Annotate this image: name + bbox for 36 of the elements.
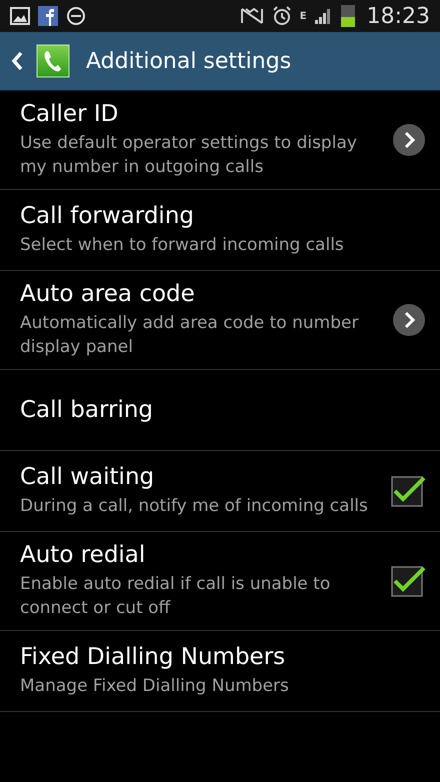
blocked-icon bbox=[66, 6, 86, 26]
checkbox[interactable] bbox=[390, 474, 426, 508]
checkbox[interactable] bbox=[390, 564, 426, 598]
setting-item[interactable]: Call forwarding Select when to forward incoming calls bbox=[0, 190, 440, 271]
mute-icon bbox=[240, 7, 264, 25]
setting-title: Auto area code bbox=[20, 281, 196, 307]
setting-title: Call waiting bbox=[20, 464, 156, 490]
setting-item[interactable]: Auto redial Enable auto redial if call is unable to connect or cut off bbox=[0, 532, 440, 631]
setting-summary: Enable auto redial if call is unable to connect or cut off bbox=[20, 573, 332, 620]
signal-icon bbox=[314, 8, 333, 24]
setting-item[interactable]: Call waiting During a call, notify me of incoming calls bbox=[0, 451, 440, 532]
setting-title: Call forwarding bbox=[20, 203, 195, 229]
setting-item[interactable]: Call barring bbox=[0, 370, 440, 451]
setting-title: Fixed Dialling Numbers bbox=[20, 644, 286, 670]
battery-icon bbox=[340, 5, 355, 27]
back-icon[interactable] bbox=[10, 50, 24, 72]
phone-app-icon bbox=[36, 44, 70, 78]
setting-title: Auto redial bbox=[20, 542, 146, 568]
setting-summary: During a call, notify me of incoming calls bbox=[20, 495, 368, 518]
screen-title: Additional settings bbox=[86, 48, 292, 74]
setting-summary: Select when to forward incoming calls bbox=[20, 234, 344, 257]
chevron-icon bbox=[392, 303, 426, 337]
alarm-icon bbox=[272, 6, 292, 26]
picture-icon bbox=[10, 7, 30, 25]
setting-item[interactable]: Auto area code Automatically add area code to number display panel bbox=[0, 271, 440, 370]
setting-item[interactable]: Fixed Dialling Numbers Manage Fixed Dialling Numbers bbox=[0, 631, 440, 712]
clock-time: 18:23 bbox=[366, 4, 430, 28]
setting-summary: Automatically add area code to number display panel bbox=[20, 312, 360, 359]
facebook-icon bbox=[38, 6, 58, 26]
setting-title: Caller ID bbox=[20, 101, 120, 127]
setting-summary: Manage Fixed Dialling Numbers bbox=[20, 675, 289, 698]
setting-item[interactable]: Caller ID Use default operator settings to display my number in outgoing calls bbox=[0, 91, 440, 190]
setting-summary: Use default operator settings to display my number in outgoing calls bbox=[20, 132, 358, 179]
setting-title: Call barring bbox=[20, 397, 154, 423]
chevron-icon bbox=[392, 123, 426, 157]
network-type: E bbox=[300, 10, 307, 22]
